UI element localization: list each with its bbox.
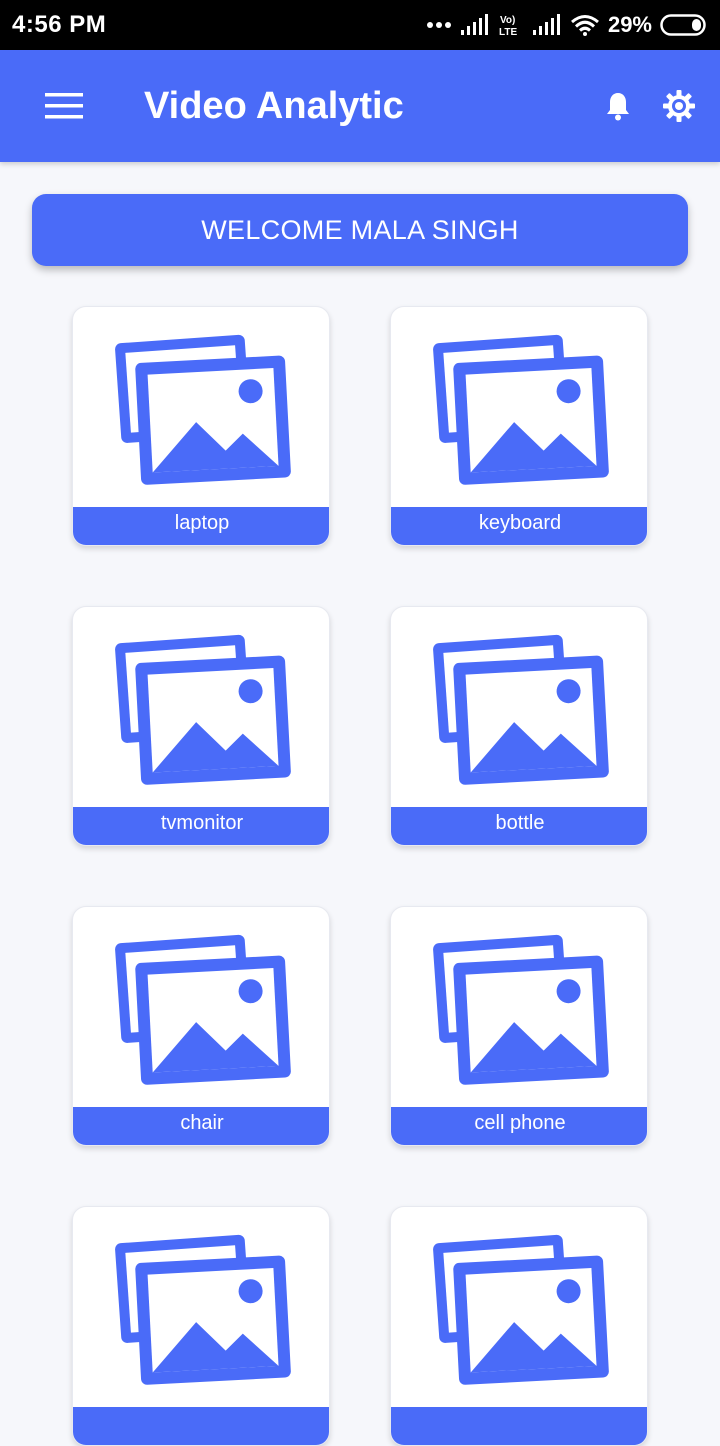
image-gallery-icon xyxy=(73,1207,329,1407)
image-gallery-icon xyxy=(73,307,329,507)
category-card[interactable]: tvmonitor xyxy=(72,606,330,846)
category-card[interactable] xyxy=(72,1206,330,1446)
category-card[interactable] xyxy=(390,1206,648,1446)
category-card[interactable]: laptop xyxy=(72,306,330,546)
image-gallery-icon xyxy=(391,907,647,1107)
category-label xyxy=(73,1407,329,1445)
category-card[interactable]: keyboard xyxy=(390,306,648,546)
category-card[interactable]: chair xyxy=(72,906,330,1146)
category-label: cell phone xyxy=(391,1107,647,1145)
image-gallery-icon xyxy=(73,607,329,807)
category-label: chair xyxy=(73,1107,329,1145)
image-gallery-icon xyxy=(73,907,329,1107)
category-card[interactable]: bottle xyxy=(390,606,648,846)
category-label: tvmonitor xyxy=(73,807,329,845)
category-label xyxy=(391,1407,647,1445)
image-gallery-icon xyxy=(391,1207,647,1407)
category-card[interactable]: cell phone xyxy=(390,906,648,1146)
category-label: laptop xyxy=(73,507,329,545)
category-grid: laptop keyboard tvmonitor bottle chair c… xyxy=(0,0,720,1446)
category-label: keyboard xyxy=(391,507,647,545)
category-label: bottle xyxy=(391,807,647,845)
image-gallery-icon xyxy=(391,307,647,507)
image-gallery-icon xyxy=(391,607,647,807)
